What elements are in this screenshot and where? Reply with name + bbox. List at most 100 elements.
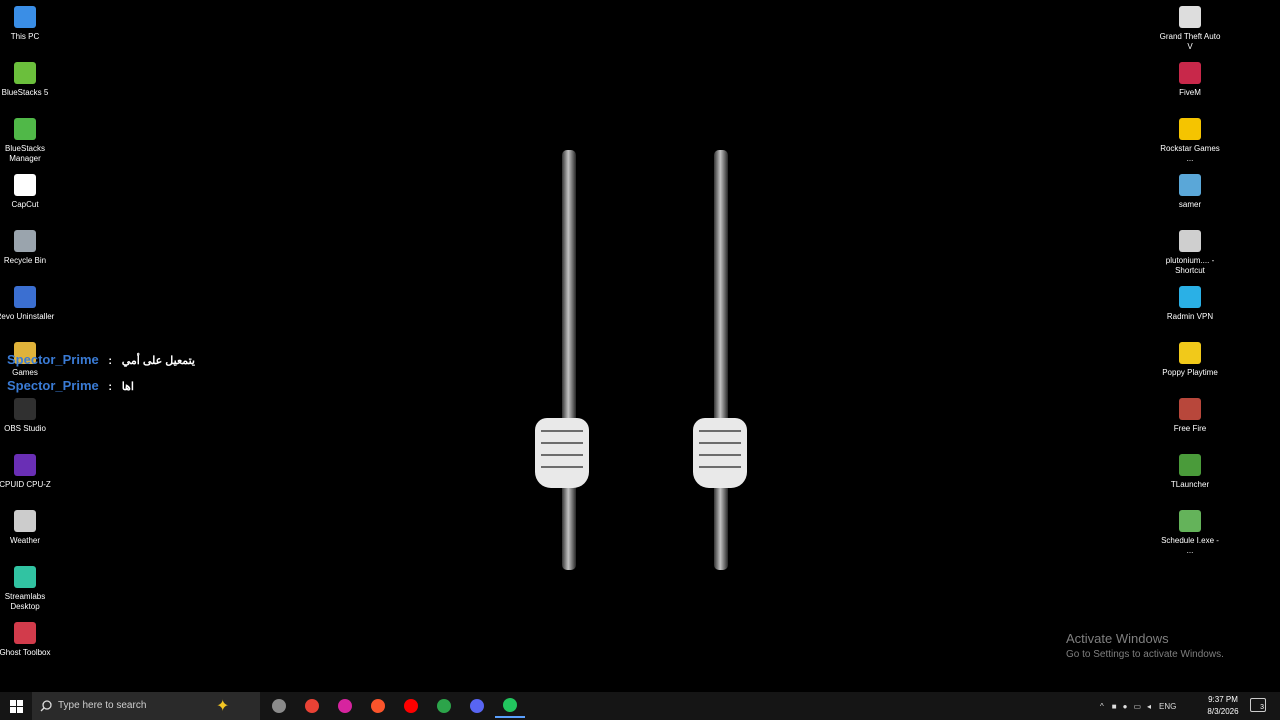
taskbar: Type here to search ✦ ^ ■ ● ▭ ◂ ENG 9:37… xyxy=(0,692,1280,720)
monitor-icon xyxy=(14,6,36,28)
desktop-shortcut-label: Radmin VPN xyxy=(1166,312,1214,321)
taskbar-app-chrome[interactable] xyxy=(297,694,327,718)
taskbar-app-rockstar-launcher[interactable] xyxy=(495,694,525,718)
desktop-shortcut[interactable]: Revo Uninstaller xyxy=(0,286,56,322)
weather-icon xyxy=(14,510,36,532)
desktop-shortcut[interactable]: samer xyxy=(1159,174,1221,210)
desktop-shortcut-label: TLauncher xyxy=(1170,480,1210,489)
samer-icon xyxy=(1179,174,1201,196)
desktop-shortcut-label: Games xyxy=(12,368,38,377)
obs-icon xyxy=(14,398,36,420)
desktop-shortcut[interactable]: FiveM xyxy=(1159,62,1221,98)
clock-time: 9:37 PM xyxy=(1208,695,1238,704)
chat-username: Spector_Prime xyxy=(7,378,99,393)
color-app-icon xyxy=(437,699,451,713)
taskbar-app-youtube[interactable] xyxy=(396,694,426,718)
desktop-shortcut[interactable]: Schedule I.exe - ... xyxy=(1159,510,1221,556)
desktop-shortcut[interactable]: Streamlabs Desktop xyxy=(0,566,56,612)
bluestacks-icon xyxy=(14,62,36,84)
desktop-shortcut[interactable]: Ghost Toolbox xyxy=(0,622,56,658)
fivem-icon xyxy=(1179,62,1201,84)
brave-icon xyxy=(371,699,385,713)
desktop-shortcut[interactable]: BlueStacks 5 xyxy=(0,62,56,98)
desktop-shortcut-label: Poppy Playtime xyxy=(1162,368,1218,377)
desktop-shortcut-label: Ghost Toolbox xyxy=(0,648,51,657)
clock-app-icon xyxy=(272,699,286,713)
desktop-shortcut[interactable]: Rockstar Games ... xyxy=(1159,118,1221,164)
desktop-shortcut-label: OBS Studio xyxy=(4,424,46,433)
ghost-toolbox-icon xyxy=(14,622,36,644)
desktop-shortcut[interactable]: Free Fire xyxy=(1159,398,1221,434)
desktop-shortcut-label: Schedule I.exe - ... xyxy=(1161,536,1219,555)
taskbar-app-color-app[interactable] xyxy=(429,694,459,718)
freefire-icon xyxy=(1179,398,1201,420)
taskbar-app-clock-app[interactable] xyxy=(264,694,294,718)
desktop-shortcut-label: samer xyxy=(1178,200,1202,209)
plutonium-icon xyxy=(1179,230,1201,252)
activate-title: Activate Windows xyxy=(1066,631,1169,646)
chevron-up-icon[interactable]: ^ xyxy=(1100,702,1104,711)
desktop-shortcut-label: Weather xyxy=(9,536,41,545)
bluestacks-manager-icon xyxy=(14,118,36,140)
network-icon[interactable]: ▭ xyxy=(1133,702,1141,711)
recycle-bin-icon xyxy=(14,230,36,252)
hand-right xyxy=(693,418,747,488)
desktop-shortcut-label: Rockstar Games ... xyxy=(1160,144,1220,163)
desktop-shortcut-label: CapCut xyxy=(11,200,39,209)
streamlabs-icon xyxy=(14,566,36,588)
desktop-shortcut[interactable]: Poppy Playtime xyxy=(1159,342,1221,378)
desktop-shortcut-label: FiveM xyxy=(1179,88,1201,97)
schedule-icon xyxy=(1179,510,1201,532)
chat-line: Spector_Prime : اها xyxy=(7,378,134,393)
desktop-shortcut[interactable]: CapCut xyxy=(0,174,56,210)
prison-bar-left xyxy=(562,150,576,570)
taskbar-app-discord[interactable] xyxy=(462,694,492,718)
clock-date: 8/3/2026 xyxy=(1207,707,1239,716)
chat-separator: : xyxy=(108,355,113,367)
gta-icon xyxy=(1179,6,1201,28)
tray-app-icon[interactable]: ■ xyxy=(1112,702,1117,711)
desktop-shortcut-label: This PC xyxy=(10,32,40,41)
desktop-shortcut[interactable]: plutonium.... - Shortcut xyxy=(1159,230,1221,276)
search-placeholder: Type here to search xyxy=(58,700,147,711)
desktop-shortcut-label: Recycle Bin xyxy=(3,256,47,265)
activate-windows-watermark: Activate Windows Go to Settings to activ… xyxy=(1066,631,1224,660)
start-button[interactable] xyxy=(0,692,32,720)
desktop-shortcut[interactable]: BlueStacks Manager xyxy=(0,118,56,164)
system-tray: ^ ■ ● ▭ ◂ ENG xyxy=(1100,692,1176,720)
desktop-shortcut-label: CPUID CPU-Z xyxy=(0,480,51,489)
desktop-shortcut[interactable]: This PC xyxy=(0,6,56,42)
taskbar-app-brave[interactable] xyxy=(363,694,393,718)
windows-logo-icon xyxy=(9,699,23,713)
revo-icon xyxy=(14,286,36,308)
chat-message: اها xyxy=(121,381,134,393)
language-indicator[interactable]: ENG xyxy=(1159,702,1176,711)
notification-count: 3 xyxy=(1260,704,1264,711)
microphone-icon[interactable]: ● xyxy=(1123,702,1128,711)
desktop-shortcut[interactable]: Radmin VPN xyxy=(1159,286,1221,322)
desktop-shortcut[interactable]: Recycle Bin xyxy=(0,230,56,266)
sparkle-icon[interactable]: ✦ xyxy=(216,696,229,716)
desktop-shortcut-label: Grand Theft Auto V xyxy=(1159,32,1221,51)
taskbar-app-instagram[interactable] xyxy=(330,694,360,718)
notification-center-button[interactable]: 3 xyxy=(1250,698,1266,712)
desktop-shortcut[interactable]: CPUID CPU-Z xyxy=(0,454,56,490)
desktop-shortcut[interactable]: Grand Theft Auto V xyxy=(1159,6,1221,52)
poppy-icon xyxy=(1179,342,1201,364)
tlauncher-icon xyxy=(1179,454,1201,476)
desktop-shortcut[interactable]: Weather xyxy=(0,510,56,546)
chat-line: Spector_Prime : يتمعيل على أمي xyxy=(7,352,195,367)
chat-message: يتمعيل على أمي xyxy=(121,355,195,367)
speaker-icon[interactable]: ◂ xyxy=(1147,702,1151,711)
desktop-shortcut-label: Revo Uninstaller xyxy=(0,312,55,321)
desktop-shortcut-label: BlueStacks Manager xyxy=(4,144,46,163)
cpuz-icon xyxy=(14,454,36,476)
desktop-shortcut[interactable]: OBS Studio xyxy=(0,398,56,434)
discord-icon xyxy=(470,699,484,713)
desktop-shortcut[interactable]: TLauncher xyxy=(1159,454,1221,490)
capcut-icon xyxy=(14,174,36,196)
clock[interactable]: 9:37 PM 8/3/2026 xyxy=(1200,694,1246,718)
search-box[interactable]: Type here to search ✦ xyxy=(32,692,260,720)
hand-left xyxy=(535,418,589,488)
chat-separator: : xyxy=(108,381,113,393)
